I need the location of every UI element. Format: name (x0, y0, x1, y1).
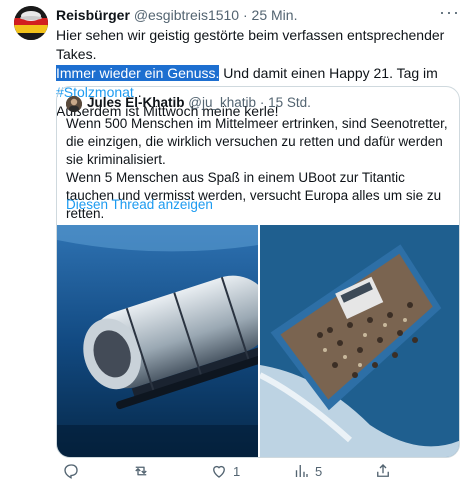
quoted-separator-dot: · (259, 95, 265, 110)
quoted-text-paragraph2: Wenn 5 Menschen aus Spaß in einem UBoot … (66, 170, 442, 221)
tweet-text-line1: Hier sehen wir geistig gestörte beim ver… (56, 27, 445, 62)
avatar-image (14, 6, 48, 40)
reply-icon (64, 464, 78, 479)
boat-image[interactable] (260, 225, 459, 457)
more-options-icon[interactable]: ··· (439, 2, 460, 23)
quoted-avatar[interactable] (66, 96, 82, 112)
selected-text: Immer wieder ein Genuss. (56, 65, 220, 81)
quoted-header: Jules El-Khatib @ju_khatib · 15 Std. (87, 95, 311, 110)
like-count: 1 (233, 463, 241, 479)
show-thread-link[interactable]: Diesen Thread anzeigen (66, 197, 213, 212)
quoted-tweet[interactable]: Jules El-Khatib @ju_khatib · 15 Std. Wen… (56, 86, 460, 458)
author-handle[interactable]: @esgibtreis1510 (134, 7, 239, 23)
quoted-avatar-image (66, 96, 82, 112)
submarine-image[interactable] (57, 225, 258, 457)
share-button[interactable] (374, 460, 392, 482)
tweet-time[interactable]: 25 Min. (252, 7, 298, 23)
boat-photo (260, 225, 459, 457)
author-name[interactable]: Reisbürger (56, 7, 130, 23)
separator-dot: · (242, 7, 248, 23)
heart-icon (213, 465, 225, 478)
quoted-time[interactable]: 15 Std. (268, 95, 311, 110)
retweet-icon (135, 466, 147, 476)
tweet-header: Reisbürger @esgibtreis1510 · 25 Min. (56, 7, 297, 23)
views-icon (295, 465, 308, 477)
views-count: 5 (315, 463, 323, 479)
submarine-photo (57, 225, 258, 457)
quoted-author-handle[interactable]: @ju_khatib (188, 95, 256, 110)
retweet-button[interactable] (132, 460, 155, 482)
tweet-text-line2: Und damit einen Happy 21. Tag im (219, 65, 438, 81)
reply-button[interactable] (62, 460, 85, 482)
quoted-author-name[interactable]: Jules El-Khatib (87, 95, 185, 110)
share-icon (377, 464, 389, 477)
avatar[interactable] (14, 6, 48, 40)
action-bar: 1 5 (56, 460, 460, 482)
quoted-text-paragraph1: Wenn 500 Menschen im Mittelmeer ertrinke… (66, 116, 448, 167)
views-button[interactable]: 5 (292, 460, 322, 482)
like-button[interactable]: 1 (210, 460, 240, 482)
